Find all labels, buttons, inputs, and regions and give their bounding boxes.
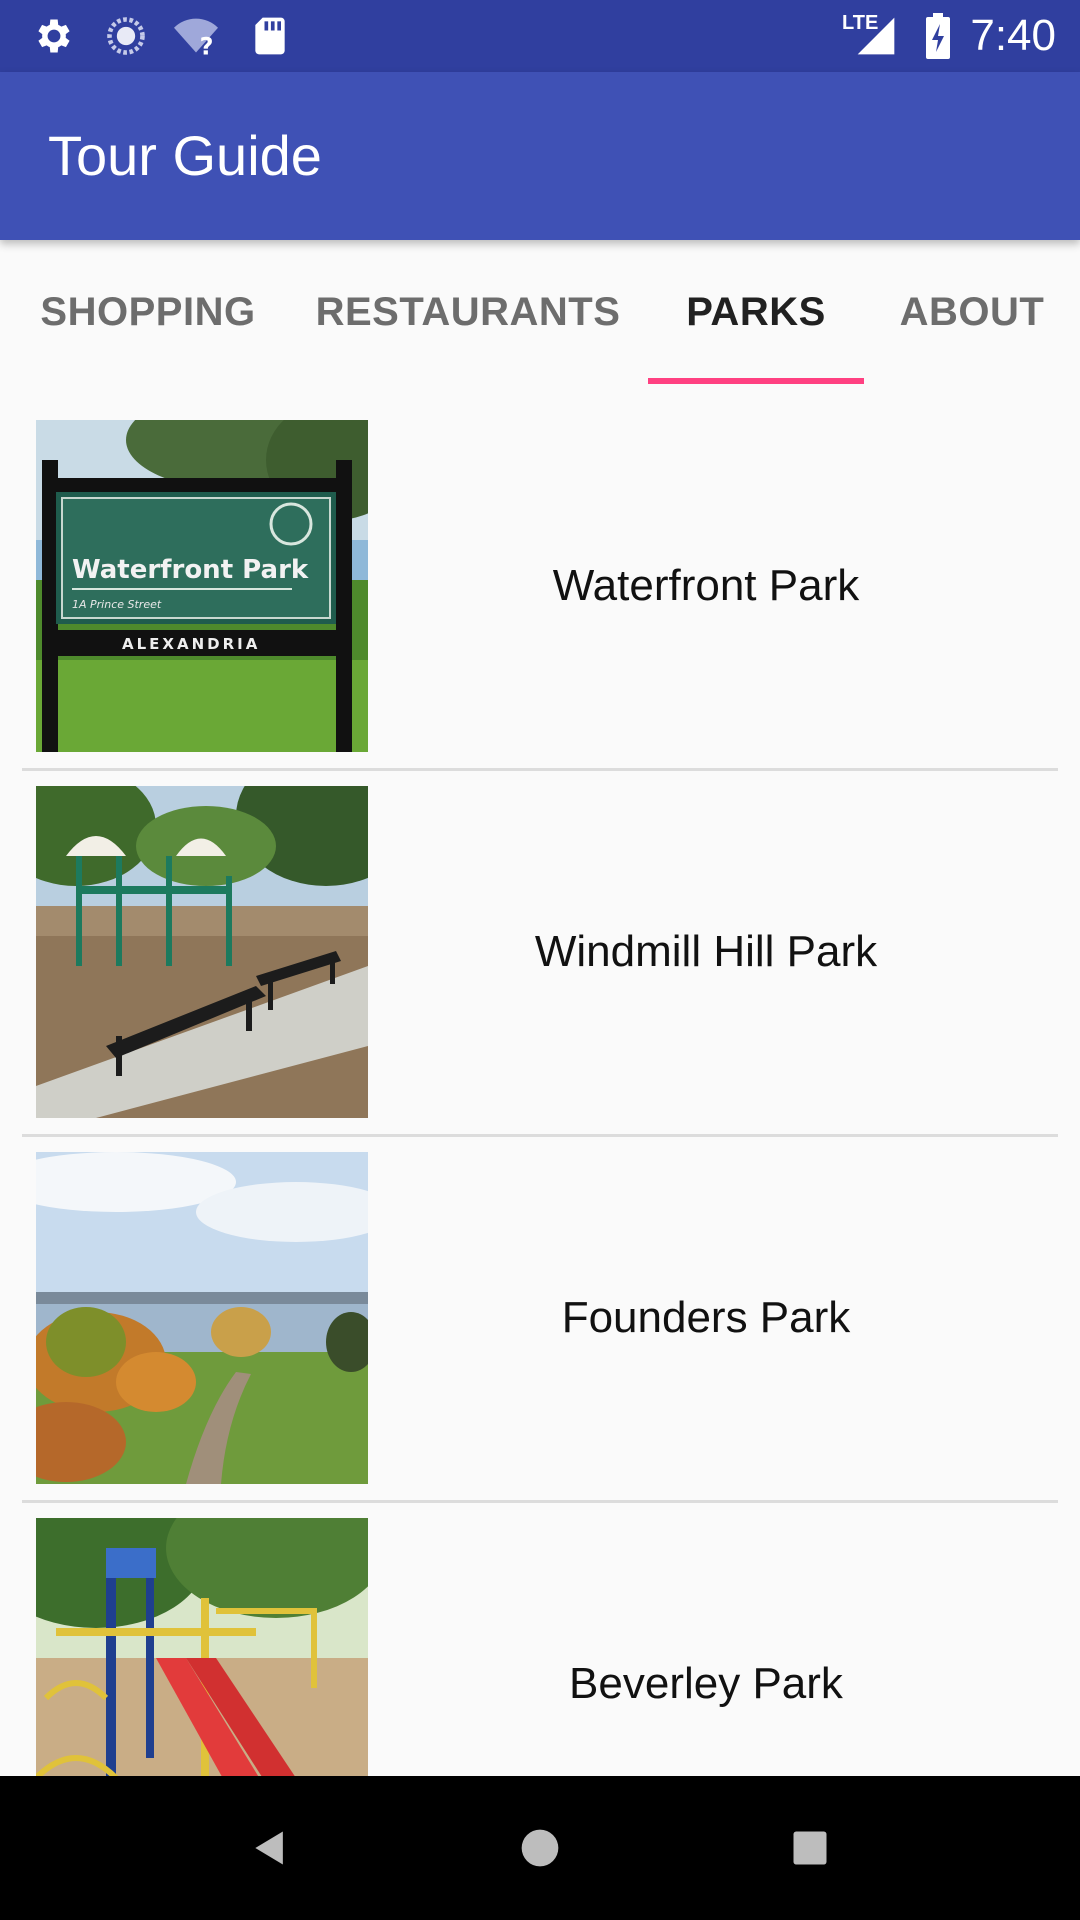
sd-card-icon — [246, 12, 294, 60]
back-icon[interactable] — [234, 1812, 306, 1884]
tab-about[interactable]: ABOUT — [864, 240, 1080, 384]
sync-icon — [102, 12, 150, 60]
tab-bar: SHOPPING RESTAURANTS PARKS ABOUT — [0, 240, 1080, 384]
sign-footer: ALEXANDRIA — [122, 635, 260, 653]
park-photo — [36, 786, 368, 1118]
navigation-bar — [0, 1776, 1080, 1920]
list-item[interactable]: Waterfront Park 1A Prince Street ALEXAND… — [0, 384, 1080, 771]
battery-charging-icon — [914, 12, 962, 60]
tab-parks[interactable]: PARKS — [648, 240, 864, 384]
parks-list[interactable]: Waterfront Park 1A Prince Street ALEXAND… — [0, 384, 1080, 1776]
park-name: Founders Park — [561, 1293, 851, 1342]
tab-restaurants[interactable]: RESTAURANTS — [296, 240, 640, 384]
svg-text:?: ? — [200, 32, 214, 58]
sign-address: 1A Prince Street — [72, 598, 162, 611]
park-photo: Waterfront Park 1A Prince Street ALEXAND… — [36, 420, 368, 752]
status-bar: ? LTE 7:40 — [0, 0, 1080, 72]
park-name: Beverley Park — [569, 1659, 843, 1708]
home-icon[interactable] — [504, 1812, 576, 1884]
settings-icon — [30, 12, 78, 60]
park-name: Windmill Hill Park — [534, 927, 878, 976]
app-bar: Tour Guide — [0, 72, 1080, 240]
wifi-unknown-icon: ? — [172, 12, 220, 60]
tab-shopping[interactable]: SHOPPING — [0, 240, 296, 384]
park-name: Waterfront Park — [552, 561, 860, 610]
list-item[interactable]: Founders Park — [0, 1116, 1080, 1503]
park-photo — [36, 1152, 368, 1484]
list-item[interactable]: Beverley Park — [0, 1482, 1080, 1776]
park-photo — [36, 1518, 368, 1776]
list-item[interactable]: Windmill Hill Park — [0, 750, 1080, 1137]
app-title: Tour Guide — [48, 124, 322, 187]
sign-title: Waterfront Park — [72, 555, 309, 585]
clock: 7:40 — [970, 11, 1056, 60]
signal-icon — [852, 12, 900, 60]
recents-icon[interactable] — [774, 1812, 846, 1884]
